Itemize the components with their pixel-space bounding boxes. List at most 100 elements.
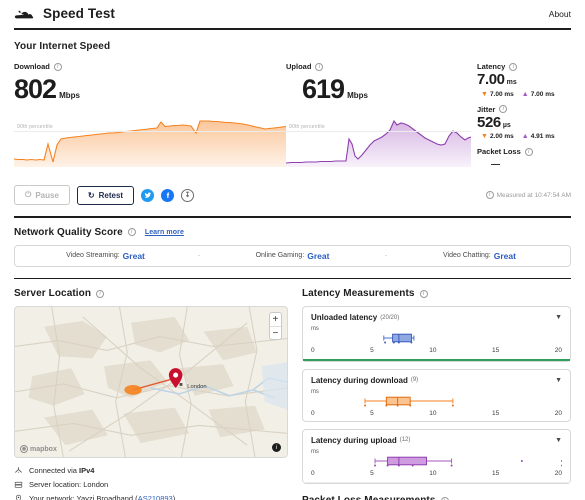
learn-more-link[interactable]: Learn more [145, 229, 184, 236]
latency-boxplot-upload [311, 455, 562, 469]
axis-tick: 5 [370, 469, 374, 477]
latency-card-header: Unloaded latency (20/20) ▼ [311, 313, 562, 322]
quality-item-online-gaming: Online Gaming: Great [202, 251, 383, 261]
latency-card-download[interactable]: Latency during download (9) ▼ ms 0 5 10 … [301, 368, 571, 422]
latency-download-value: 7.00 ms [489, 90, 514, 98]
metrics-row: Download i 802 Mbps 90th percentile Uplo… [14, 62, 571, 176]
latency-card-upload[interactable]: Latency during upload (12) ▼ ms 0 5 10 1… [301, 428, 571, 484]
twitter-icon[interactable] [141, 188, 155, 202]
packet-loss-measurements-info-icon[interactable]: i [440, 496, 449, 500]
connection-prefix: Connected via [29, 466, 80, 475]
latency-card-unloaded[interactable]: Unloaded latency (20/20) ▼ ms 0 5 10 15 … [301, 306, 571, 362]
mapbox-attribution-label: mapbox [30, 445, 57, 453]
upload-arrow-icon: ▲ [521, 90, 529, 98]
retest-button[interactable]: ↻ Retest [76, 185, 135, 205]
jitter-value-row: 526 µs [477, 113, 571, 132]
latency-value-row: 7.00 ms [477, 71, 571, 89]
axis-tick: 10 [429, 409, 437, 417]
latency-unit: ms [506, 79, 517, 86]
side-metrics-column: Latency i 7.00 ms ▼ 7.00 ms ▲ 7.00 ms Ji… [471, 62, 571, 176]
connection-suffix: London [83, 480, 109, 489]
upload-arrow-icon: ▲ [521, 133, 529, 140]
internet-speed-section: Your Internet Speed Download i 802 Mbps … [0, 30, 585, 176]
axis-tick: 20 [554, 469, 562, 477]
jitter-unit: µs [502, 121, 511, 129]
upload-value-row: 619 Mbps [286, 76, 471, 103]
app-title: Speed Test [43, 6, 116, 21]
chevron-down-icon[interactable]: ▼ [555, 437, 562, 444]
map-zoom-in-button[interactable]: + [270, 313, 281, 326]
jitter-label-row: Jitter i [477, 105, 571, 114]
latency-card-title: Latency during upload [310, 435, 397, 445]
download-label: Download [14, 62, 50, 71]
quality-item-value: Great [122, 250, 145, 261]
jitter-download-value: 2.00 ms [489, 133, 514, 140]
upload-percentile-line [286, 131, 471, 132]
latency-card-status-bar [302, 359, 570, 361]
network-quality-heading: Network Quality Score i Learn more [14, 227, 571, 238]
jitter-upload-sub: ▲ 4.91 ms [522, 133, 555, 140]
download-circle-icon[interactable]: ↧ [181, 188, 195, 202]
packet-loss-heading: Packet Loss Measurements i [302, 495, 571, 500]
about-link[interactable]: About [549, 9, 571, 19]
boxplot-svg [364, 396, 454, 406]
axis-tick: 20 [554, 347, 562, 354]
controls-row: ⏻ Pause ↻ Retest ↧ i Measured at 10:47:5… [0, 176, 585, 205]
map-zoom-controls[interactable]: + − [268, 312, 282, 340]
map-canvas: London [15, 307, 287, 457]
latency-measurements-heading: Latency Measurements i [302, 288, 571, 299]
download-chart-svg [14, 120, 286, 167]
pause-button[interactable]: ⏻ Pause [14, 185, 70, 205]
connection-row-network: Your network: Yayzi Broadband (AS210893) [14, 494, 288, 500]
map-info-icon[interactable]: i [271, 443, 281, 452]
asn-link[interactable]: AS210893 [138, 494, 173, 500]
server-location-heading-text: Server Location [14, 288, 92, 299]
map-card[interactable]: London + − ◉ mapbox i [14, 306, 288, 458]
upload-info-icon[interactable]: i [315, 62, 324, 71]
chevron-down-icon[interactable]: ▼ [555, 314, 562, 321]
connection-protocol-text: Connected via IPv4 [29, 466, 94, 475]
map-zoom-out-button[interactable]: − [269, 326, 281, 339]
jitter-value: 526 [477, 113, 501, 131]
measured-at: i Measured at 10:47:54 AM [485, 191, 571, 199]
upload-percentile-label: 90th percentile [289, 124, 325, 130]
network-quality-section: Network Quality Score i Learn more Video… [0, 218, 585, 267]
latency-axis-ticks: 0 5 10 15 20 [311, 410, 562, 417]
latency-card-header: Latency during download (9) ▼ [311, 376, 562, 385]
chevron-down-icon[interactable]: ▼ [555, 377, 562, 384]
mapbox-attribution[interactable]: ◉ mapbox [20, 445, 57, 453]
latency-label: Latency [477, 62, 506, 71]
axis-tick: 15 [491, 347, 500, 354]
latency-boxplot-unloaded [311, 332, 562, 346]
internet-speed-heading-text: Your Internet Speed [14, 41, 111, 52]
download-percentile-line [14, 131, 286, 132]
server-location-section: Server Location i London + − ◉ mapbox i … [14, 288, 288, 500]
latency-axis-ticks: 0 5 10 15 20 [311, 470, 562, 477]
jitter-info-icon[interactable]: i [499, 105, 508, 113]
refresh-icon: ↻ [87, 190, 95, 200]
upload-chart-svg [286, 119, 471, 167]
download-info-icon[interactable]: i [53, 62, 62, 71]
server-location-info-icon[interactable]: i [96, 289, 105, 298]
network-quality-info-icon[interactable]: i [127, 228, 136, 236]
packet-loss-block: Packet Loss i — [477, 147, 571, 169]
latency-info-icon[interactable]: i [509, 62, 518, 71]
latency-upload-value: 7.00 ms [530, 90, 555, 98]
axis-tick: 0 [310, 409, 315, 417]
download-value-row: 802 Mbps [14, 76, 286, 103]
download-arrow-icon: ▼ [481, 90, 488, 98]
quality-item-value: Great [307, 250, 330, 261]
axis-tick: 5 [370, 409, 374, 417]
latency-upload-sub: ▲ 7.00 ms [522, 91, 555, 98]
axis-tick: 0 [310, 469, 315, 477]
latency-axis-ticks: 0 5 10 15 20 [311, 347, 562, 354]
jitter-block: Jitter i 526 µs ▼ 2.00 ms ▲ 4.91 ms [477, 105, 571, 141]
facebook-icon[interactable] [161, 188, 175, 202]
packet-loss-info-icon[interactable]: i [524, 147, 533, 156]
mapbox-logo-icon: ◉ [20, 445, 28, 453]
connection-server-text: Server location: London [29, 480, 108, 489]
clock-icon: i [485, 191, 494, 199]
measured-at-text: Measured at 10:47:54 AM [496, 191, 571, 199]
latency-measurements-section: Latency Measurements i Unloaded latency … [301, 288, 571, 500]
latency-measurements-info-icon[interactable]: i [419, 289, 428, 298]
